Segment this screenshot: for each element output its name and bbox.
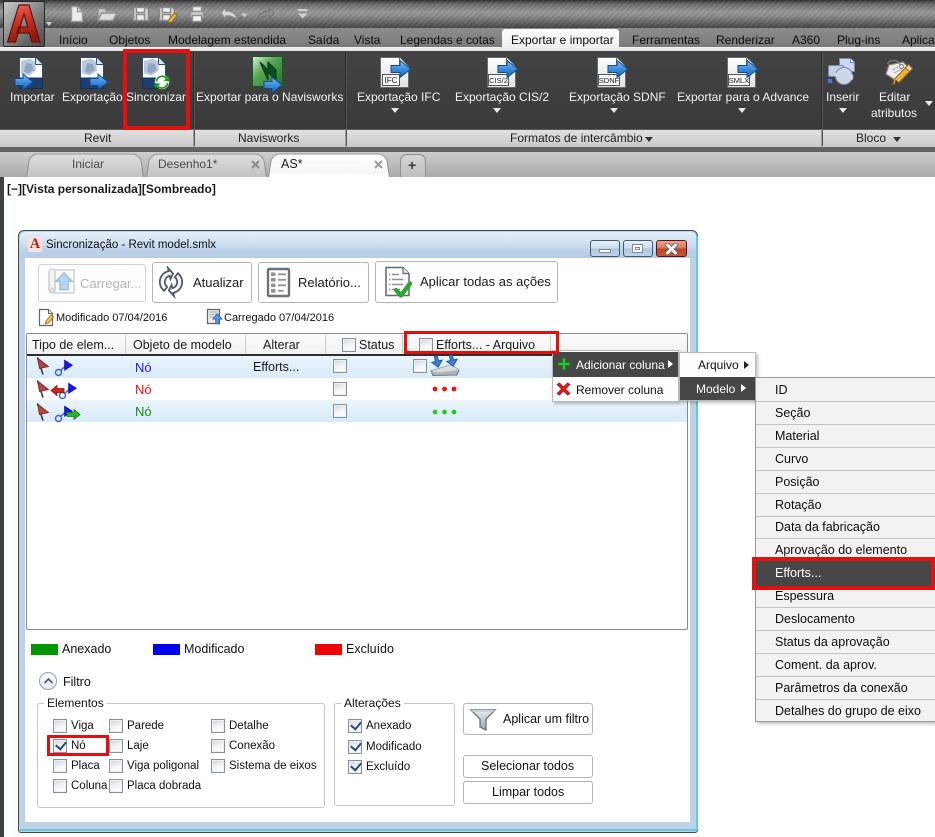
svg-text:SMLX: SMLX: [729, 76, 749, 85]
svg-text:CIS/2: CIS/2: [489, 76, 508, 85]
svg-text:IFC: IFC: [385, 76, 398, 85]
svg-text:SDNF: SDNF: [599, 76, 620, 85]
